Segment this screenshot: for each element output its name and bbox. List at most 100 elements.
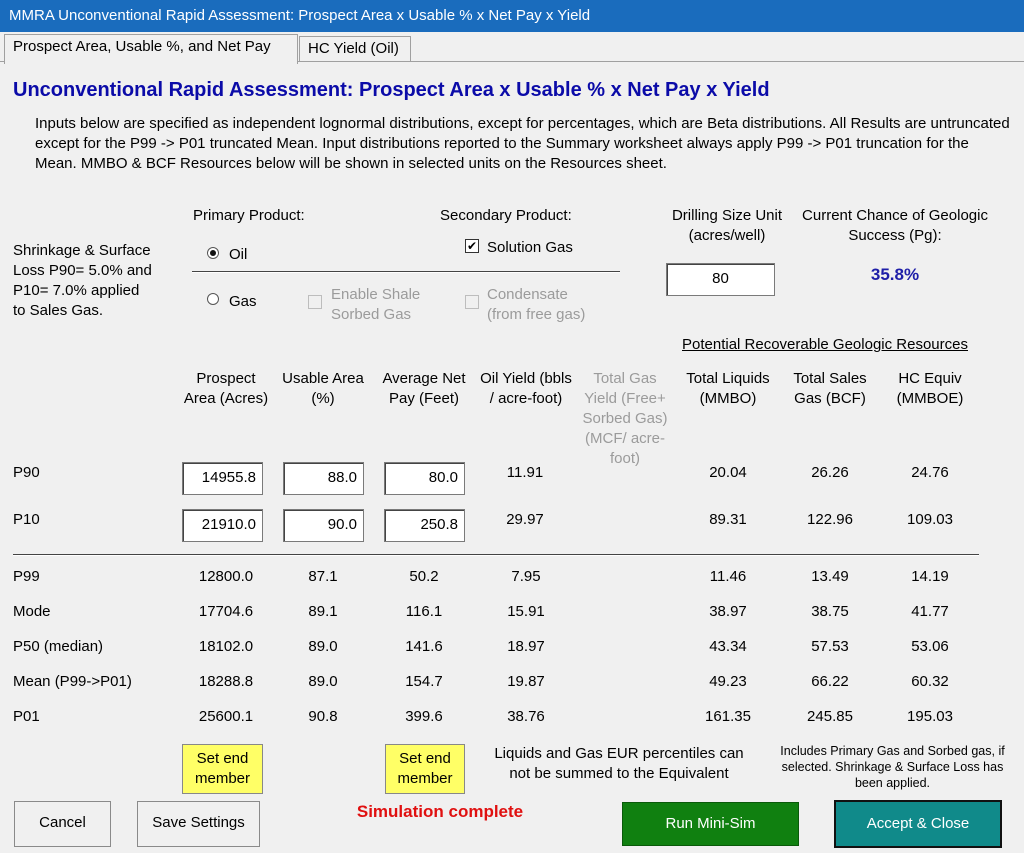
eur-note: Liquids and Gas EUR percentiles can not … [494,745,744,782]
window-title: MMRA Unconventional Rapid Assessment: Pr… [0,0,1024,32]
col-prospect-area: Prospect Area (Acres) [183,370,269,407]
run-mini-sim-button[interactable]: Run Mini-Sim [622,802,799,846]
result-cell-hc-equiv: 41.77 [911,603,949,620]
intro-text: Inputs below are specified as independen… [35,115,1010,172]
drilling-size-label: Drilling Size Unit (acres/well) [671,207,783,244]
result-row-label: Mode [13,603,51,620]
p10-sales-gas: 122.96 [807,511,853,528]
result-cell-liquids: 49.23 [709,673,747,690]
gas-radio[interactable] [207,293,219,305]
tab-strip: Prospect Area, Usable %, and Net Pay HC … [0,32,1024,64]
oil-radio-label: Oil [229,246,248,263]
result-cell-hc-equiv: 53.06 [911,638,949,655]
shale-sorbed-checkbox[interactable] [308,295,322,309]
result-cell-usable: 89.0 [308,638,338,655]
col-usable-area: Usable Area (%) [282,370,364,407]
result-row-label: P50 (median) [13,638,104,655]
result-cell-hc-equiv: 14.19 [911,568,949,585]
result-cell-liquids: 161.35 [705,708,751,725]
p10-liquids: 89.31 [709,511,747,528]
result-cell-netpay: 399.6 [405,708,443,725]
gas-note: Includes Primary Gas and Sorbed gas, if … [780,744,1005,790]
result-cell-area: 25600.1 [198,708,254,725]
col-hc-equiv: HC Equiv (MMBOE) [896,370,964,407]
p10-oil-yield: 29.97 [506,511,544,528]
p10-hc-equiv: 109.03 [907,511,953,528]
result-cell-area: 12800.0 [198,568,254,585]
col-total-gas-yield: Total Gas Yield (Free+ Sorbed Gas) (MCF/… [582,370,668,467]
cancel-button[interactable]: Cancel [14,801,111,847]
result-row-label: P01 [13,708,40,725]
result-row-label: Mean (P99->P01) [13,673,132,690]
set-end-member-netpay-button[interactable]: Set end member [385,744,465,794]
page-title: Unconventional Rapid Assessment: Prospec… [13,79,770,101]
result-cell-liquids: 11.46 [709,568,747,585]
row-label-p90: P90 [13,464,40,481]
result-cell-hc-equiv: 60.32 [911,673,949,690]
pg-value: 35.8% [870,265,920,284]
result-cell-usable: 89.1 [308,603,338,620]
result-cell-usable: 87.1 [308,568,338,585]
col-total-sales-gas: Total Sales Gas (BCF) [793,370,867,407]
p10-netpay-input[interactable]: 250.8 [384,509,465,542]
p10-usable-input[interactable]: 90.0 [283,509,364,542]
p90-sales-gas: 26.26 [811,464,849,481]
result-cell-netpay: 141.6 [405,638,443,655]
result-cell-netpay: 154.7 [405,673,443,690]
solution-gas-label: Solution Gas [487,239,573,256]
shale-sorbed-label: Enable Shale Sorbed Gas [331,286,421,323]
result-cell-area: 18288.8 [198,673,254,690]
result-cell-oil-yield: 15.91 [507,603,545,620]
tab-prospect-area[interactable]: Prospect Area, Usable %, and Net Pay [4,34,298,64]
status-text: Simulation complete [356,802,524,821]
result-cell-sales-gas: 66.22 [811,673,849,690]
result-cell-area: 18102.0 [198,638,254,655]
p90-oil-yield: 11.91 [506,464,544,481]
result-cell-netpay: 116.1 [405,603,443,620]
p90-netpay-input[interactable]: 80.0 [384,462,465,495]
result-cell-liquids: 38.97 [709,603,747,620]
condensate-label: Condensate (from free gas) [487,286,586,323]
drilling-size-input[interactable]: 80 [666,263,775,296]
col-total-liquids: Total Liquids (MMBO) [686,370,770,407]
result-cell-netpay: 50.2 [409,568,439,585]
result-cell-oil-yield: 38.76 [507,708,545,725]
p90-area-input[interactable]: 14955.8 [182,462,263,495]
results-divider [13,554,979,556]
save-settings-button[interactable]: Save Settings [137,801,260,847]
col-net-pay: Average Net Pay (Feet) [382,370,466,407]
tab-hc-yield[interactable]: HC Yield (Oil) [299,36,411,62]
condensate-checkbox[interactable] [465,295,479,309]
result-cell-hc-equiv: 195.03 [907,708,953,725]
secondary-product-label: Secondary Product: [440,207,572,224]
result-cell-liquids: 43.34 [709,638,747,655]
result-cell-area: 17704.6 [198,603,254,620]
p10-area-input[interactable]: 21910.0 [182,509,263,542]
accept-close-button[interactable]: Accept & Close [834,800,1002,848]
col-oil-yield: Oil Yield (bbls / acre-foot) [480,370,572,407]
result-cell-sales-gas: 245.85 [807,708,853,725]
result-row-label: P99 [13,568,40,585]
product-divider [192,271,620,273]
result-cell-oil-yield: 18.97 [507,638,545,655]
row-label-p10: P10 [13,511,40,528]
result-cell-oil-yield: 19.87 [507,673,545,690]
primary-product-label: Primary Product: [193,207,305,224]
result-cell-usable: 90.8 [308,708,338,725]
tab-panel [0,61,1024,853]
p90-hc-equiv: 24.76 [911,464,949,481]
result-cell-sales-gas: 13.49 [811,568,849,585]
gas-radio-label: Gas [229,293,257,310]
p90-liquids: 20.04 [709,464,747,481]
oil-radio[interactable] [207,247,219,259]
p90-usable-input[interactable]: 88.0 [283,462,364,495]
result-cell-sales-gas: 38.75 [811,603,849,620]
shrinkage-note: Shrinkage & Surface Loss P90= 5.0% and P… [13,242,152,319]
solution-gas-checkbox[interactable]: ✔ [465,239,479,253]
resources-header: Potential Recoverable Geologic Resources [682,336,968,353]
result-cell-sales-gas: 57.53 [811,638,849,655]
result-cell-usable: 89.0 [308,673,338,690]
result-cell-oil-yield: 7.95 [511,568,541,585]
set-end-member-area-button[interactable]: Set end member [182,744,263,794]
pg-label: Current Chance of Geologic Success (Pg): [802,207,988,244]
